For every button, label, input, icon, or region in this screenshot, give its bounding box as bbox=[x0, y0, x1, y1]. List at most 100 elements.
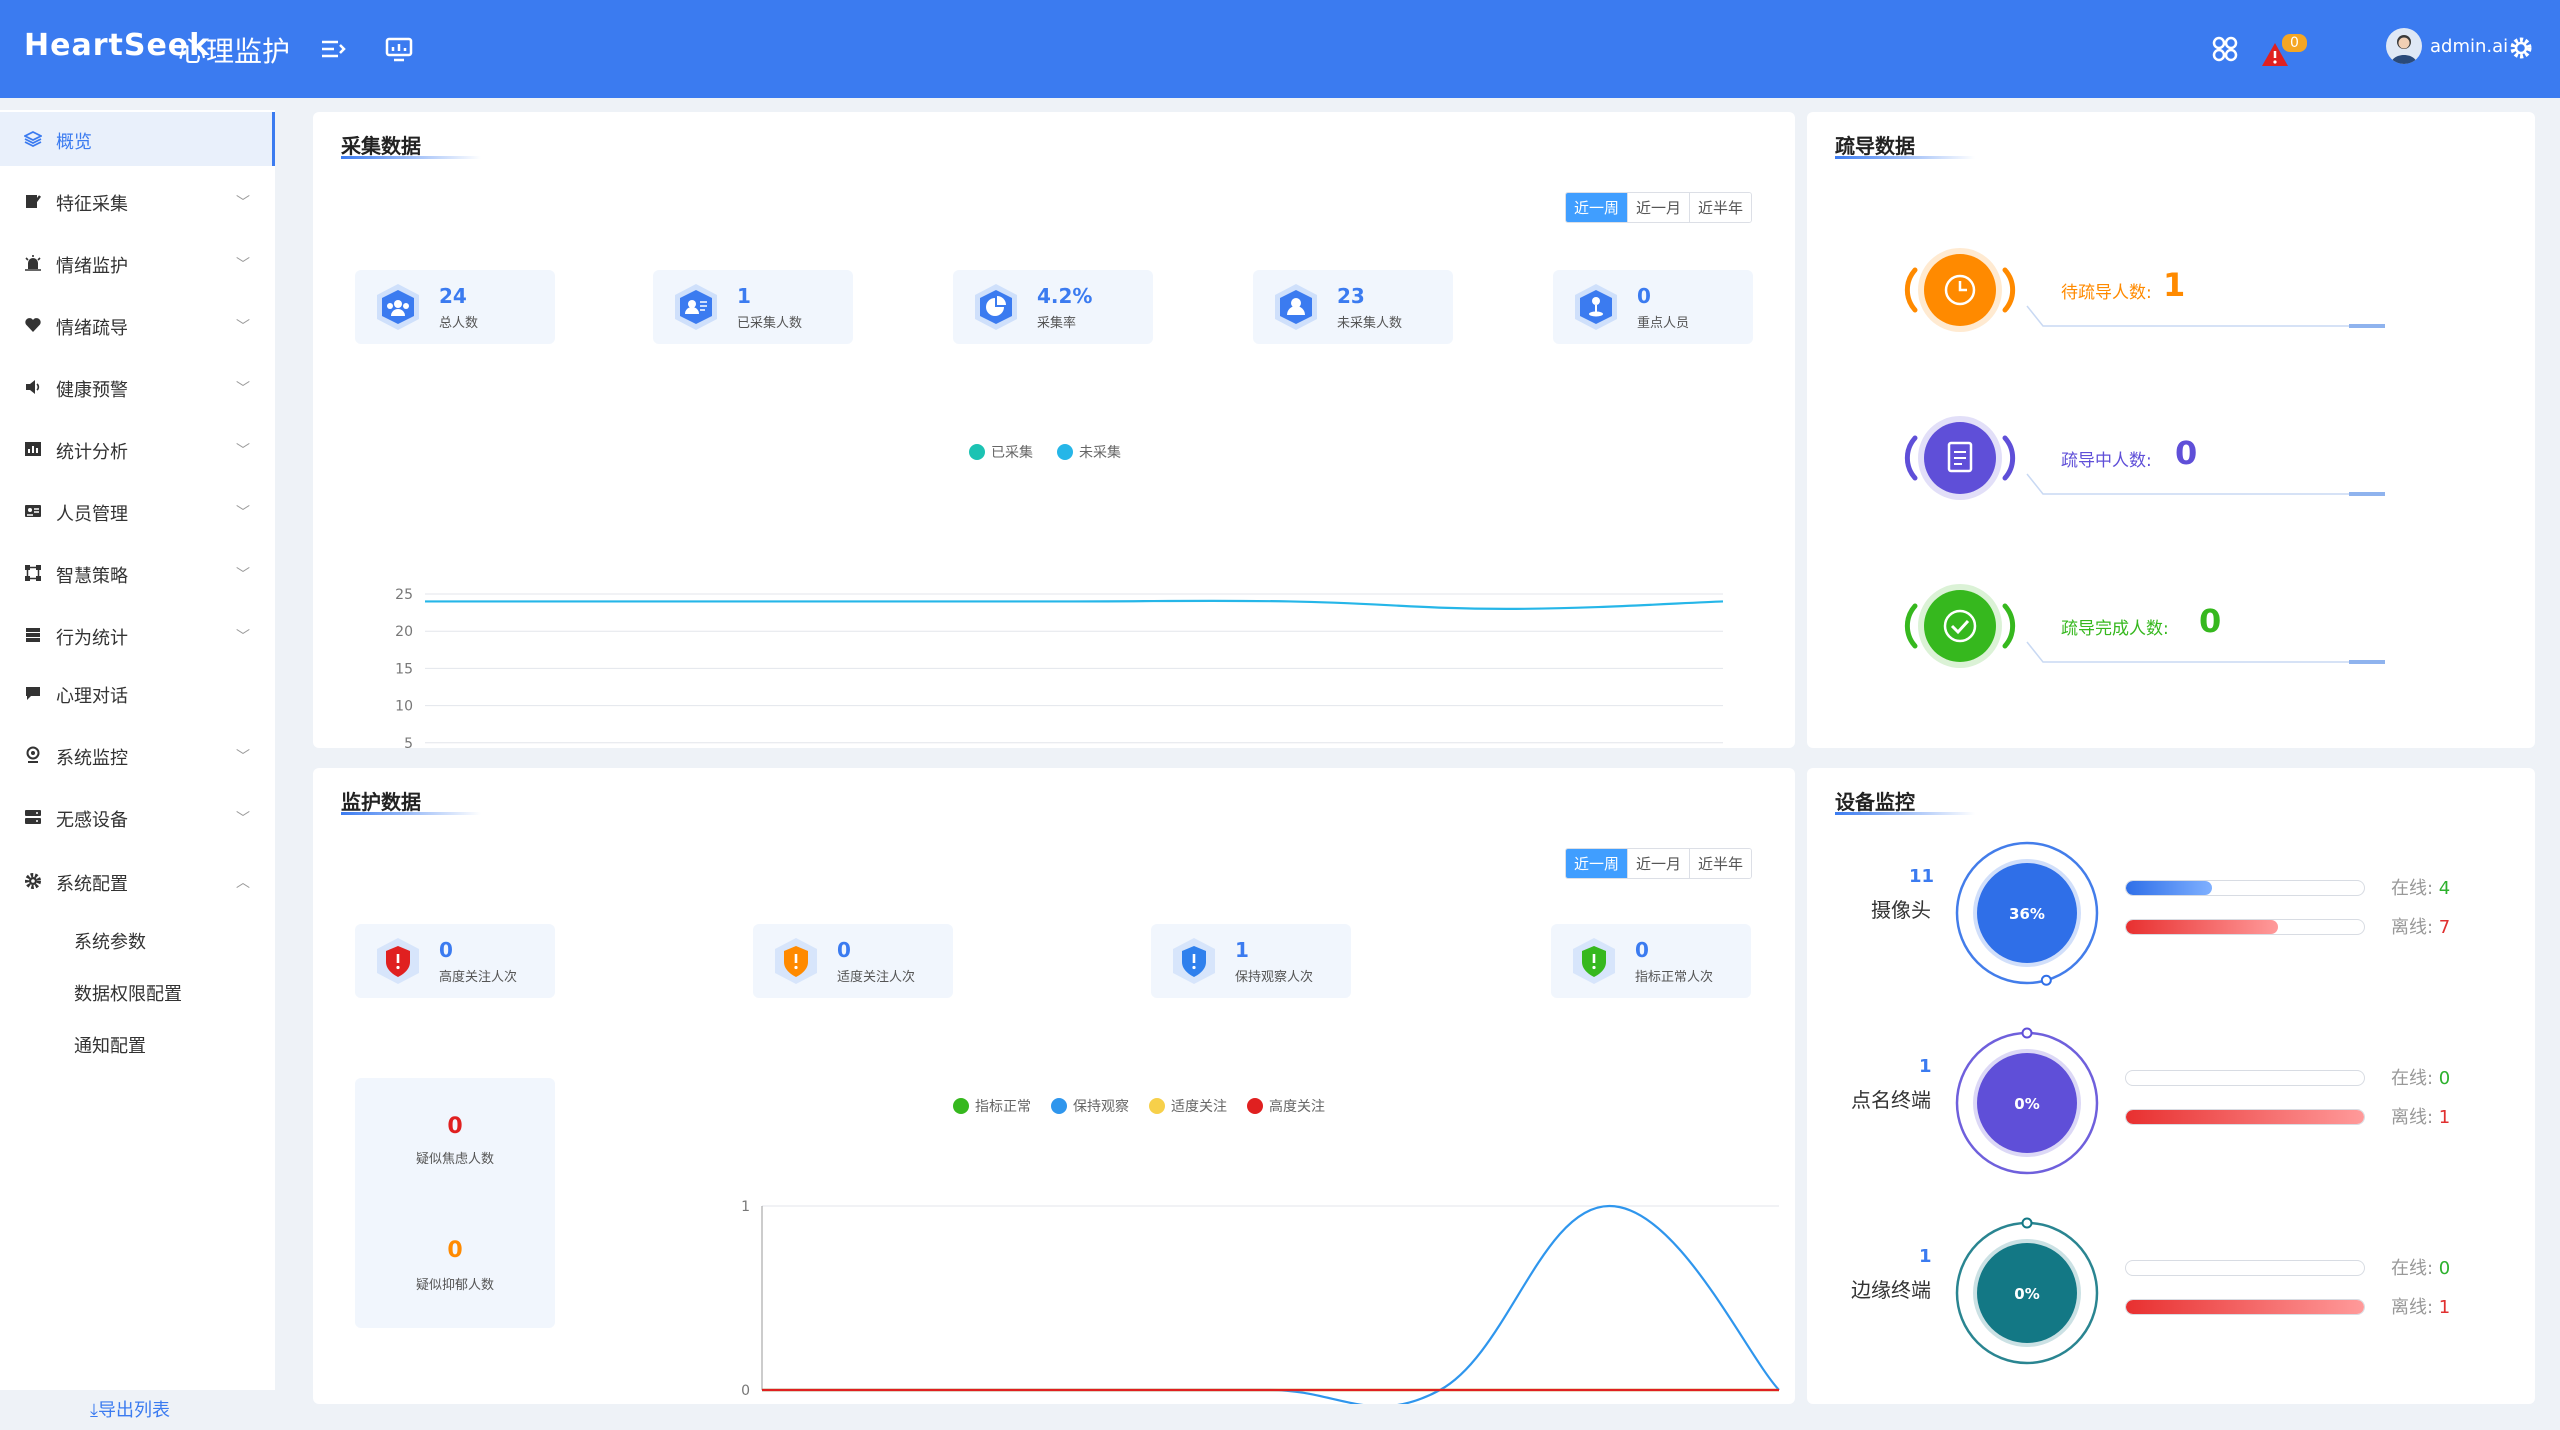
apps-icon[interactable] bbox=[2210, 34, 2240, 64]
device-count: 11 bbox=[1909, 866, 1935, 887]
sidebar-item-statistics[interactable]: 统计分析 ﹀ bbox=[0, 422, 275, 476]
sidebar-item-devices[interactable]: 无感设备 ﹀ bbox=[0, 790, 275, 844]
sidebar-item-label: 统计分析 bbox=[56, 442, 128, 463]
sidebar-item-health-alert[interactable]: 健康预警 ﹀ bbox=[0, 360, 275, 414]
sidebar-item-label: 情绪监护 bbox=[56, 256, 128, 277]
range-halfyear-button[interactable]: 近半年 bbox=[1690, 193, 1752, 222]
legend-dot-normal bbox=[953, 1098, 969, 1114]
online-text: 在线: 0 bbox=[2391, 1068, 2451, 1089]
alert-count-badge: 0 bbox=[2282, 34, 2307, 52]
offline-bar bbox=[2125, 919, 2365, 935]
user-icon bbox=[1275, 284, 1317, 330]
menu-toggle-icon[interactable] bbox=[318, 34, 348, 64]
clipboard-icon bbox=[1904, 416, 2016, 500]
legend-label: 未采集 bbox=[1079, 445, 1121, 461]
panel-title: 监护数据 bbox=[341, 790, 421, 814]
chevron-down-icon: ﹀ bbox=[236, 505, 250, 521]
settings-gear-icon[interactable] bbox=[2508, 35, 2534, 61]
group-icon bbox=[377, 284, 419, 330]
pin-user-icon bbox=[1575, 284, 1617, 330]
range-week-button[interactable]: 近一周 bbox=[1566, 849, 1629, 878]
top-header: HeartSeek 心理监护 0 admin.ai bbox=[0, 0, 2560, 98]
sidebar-item-label: 系统监控 bbox=[56, 748, 128, 769]
stat-card-total: 24 总人数 bbox=[355, 270, 555, 344]
sidebar-item-dialogue[interactable]: 心理对话 bbox=[0, 666, 275, 720]
sidebar-item-personnel[interactable]: 人员管理 ﹀ bbox=[0, 484, 275, 538]
sidebar-item-label: 智慧策略 bbox=[56, 566, 128, 587]
sidebar-item-label: 概览 bbox=[56, 132, 92, 153]
range-week-button[interactable]: 近一周 bbox=[1566, 193, 1629, 222]
sidebar-item-label: 情绪疏导 bbox=[56, 318, 128, 339]
sidebar-subitem-notification[interactable]: 通知配置 bbox=[74, 1032, 146, 1058]
sidebar-item-label: 无感设备 bbox=[56, 810, 128, 831]
monitor-range-tabs: 近一周 近一月 近半年 bbox=[1565, 848, 1753, 879]
device-gauge: 36% bbox=[1955, 841, 2099, 986]
offline-text: 离线: 1 bbox=[2391, 1297, 2451, 1318]
device-count: 1 bbox=[1919, 1246, 1932, 1267]
sidebar-item-emotion-guide[interactable]: 情绪疏导 ﹀ bbox=[0, 298, 275, 352]
export-list-link[interactable]: ⤓导出列表 bbox=[90, 1396, 170, 1422]
shield-alert-icon bbox=[775, 938, 817, 984]
device-percent: 36% bbox=[2009, 905, 2045, 923]
range-halfyear-button[interactable]: 近半年 bbox=[1690, 849, 1752, 878]
monitor-stat-card: 0 适度关注人次 bbox=[753, 924, 953, 998]
title-underline bbox=[1835, 812, 1975, 815]
monitor-line-chart: 0108-1608-1708-1808-1908-2008-2108-22 bbox=[741, 1199, 1780, 1404]
range-month-button[interactable]: 近一月 bbox=[1628, 193, 1691, 222]
sidebar-subitem-data-permission[interactable]: 数据权限配置 bbox=[74, 980, 182, 1006]
monitor-panel: 监护数据 近一周 近一月 近半年 0 疑似焦虑人数 0 疑似抑郁人数 指标正常 … bbox=[313, 768, 1795, 1404]
stat-label: 已采集人数 bbox=[737, 316, 803, 331]
sidebar-item-feature-collect[interactable]: 特征采集 ﹀ bbox=[0, 174, 275, 228]
stat-label: 未采集人数 bbox=[1337, 316, 1403, 331]
guide-value: 1 bbox=[2163, 266, 2186, 304]
stat-value: 1 bbox=[737, 284, 751, 308]
monitor-stat-card: 1 保持观察人次 bbox=[1151, 924, 1351, 998]
stat-value: 1 bbox=[1235, 938, 1249, 962]
user-name[interactable]: admin.ai bbox=[2430, 36, 2508, 57]
legend-dot-uncollected bbox=[1057, 444, 1073, 460]
chart-icon bbox=[25, 442, 41, 456]
user-avatar[interactable] bbox=[2386, 28, 2422, 64]
device-count: 1 bbox=[1919, 1056, 1932, 1077]
clock-icon bbox=[1904, 248, 2016, 332]
sidebar-item-system-monitor[interactable]: 系统监控 ﹀ bbox=[0, 728, 275, 782]
legend-dot-high bbox=[1247, 1098, 1263, 1114]
sidebar-item-overview[interactable]: 概览 bbox=[0, 112, 275, 166]
range-month-button[interactable]: 近一月 bbox=[1628, 849, 1691, 878]
offline-bar-fill bbox=[2126, 920, 2279, 934]
chevron-down-icon: ﹀ bbox=[236, 567, 250, 583]
title-underline bbox=[1835, 156, 1975, 159]
sidebar-item-system-config[interactable]: 系统配置 ︿ bbox=[0, 854, 275, 908]
sidebar-item-label: 心理对话 bbox=[56, 686, 128, 707]
title-underline bbox=[341, 812, 481, 815]
app-title: 心理监护 bbox=[178, 35, 291, 68]
offline-bar-fill bbox=[2126, 1110, 2364, 1124]
y-tick-label: 10 bbox=[395, 699, 413, 715]
check-icon bbox=[1904, 584, 2016, 668]
layers-icon bbox=[24, 130, 42, 148]
stat-label: 总人数 bbox=[439, 316, 479, 331]
sidebar-item-strategy[interactable]: 智慧策略 ﹀ bbox=[0, 546, 275, 600]
device-percent: 0% bbox=[2014, 1095, 2039, 1113]
sidebar-item-label: 健康预警 bbox=[56, 380, 128, 401]
edit-icon bbox=[26, 195, 41, 208]
legend-dot-observe bbox=[1051, 1098, 1067, 1114]
online-bar bbox=[2125, 1260, 2365, 1276]
stat-label: 保持观察人次 bbox=[1235, 970, 1314, 985]
screen-icon[interactable] bbox=[384, 34, 414, 64]
download-icon: ⤓ bbox=[90, 1400, 98, 1421]
online-text: 在线: 4 bbox=[2391, 878, 2451, 899]
device-percent: 0% bbox=[2014, 1285, 2039, 1303]
id-card-icon bbox=[25, 505, 41, 517]
online-bar-fill bbox=[2126, 881, 2212, 895]
sidebar-subitem-system-params[interactable]: 系统参数 bbox=[74, 928, 146, 954]
sidebar-item-emotion-monitor[interactable]: 情绪监护 ﹀ bbox=[0, 236, 275, 290]
suspected-depression-label: 疑似抑郁人数 bbox=[415, 1278, 494, 1293]
stat-value: 4.2% bbox=[1037, 284, 1093, 308]
suspected-depression-value: 0 bbox=[447, 1238, 463, 1263]
monitor-stat-card: 0 高度关注人次 bbox=[355, 924, 555, 998]
sidebar-item-label: 系统配置 bbox=[56, 874, 128, 895]
stat-value: 23 bbox=[1337, 284, 1365, 308]
sidebar-item-behavior[interactable]: 行为统计 ﹀ bbox=[0, 608, 275, 662]
collect-panel: 采集数据 近一周 近一月 近半年 24 总人数 1 已采集人数 4.2% 采集率… bbox=[313, 112, 1795, 748]
